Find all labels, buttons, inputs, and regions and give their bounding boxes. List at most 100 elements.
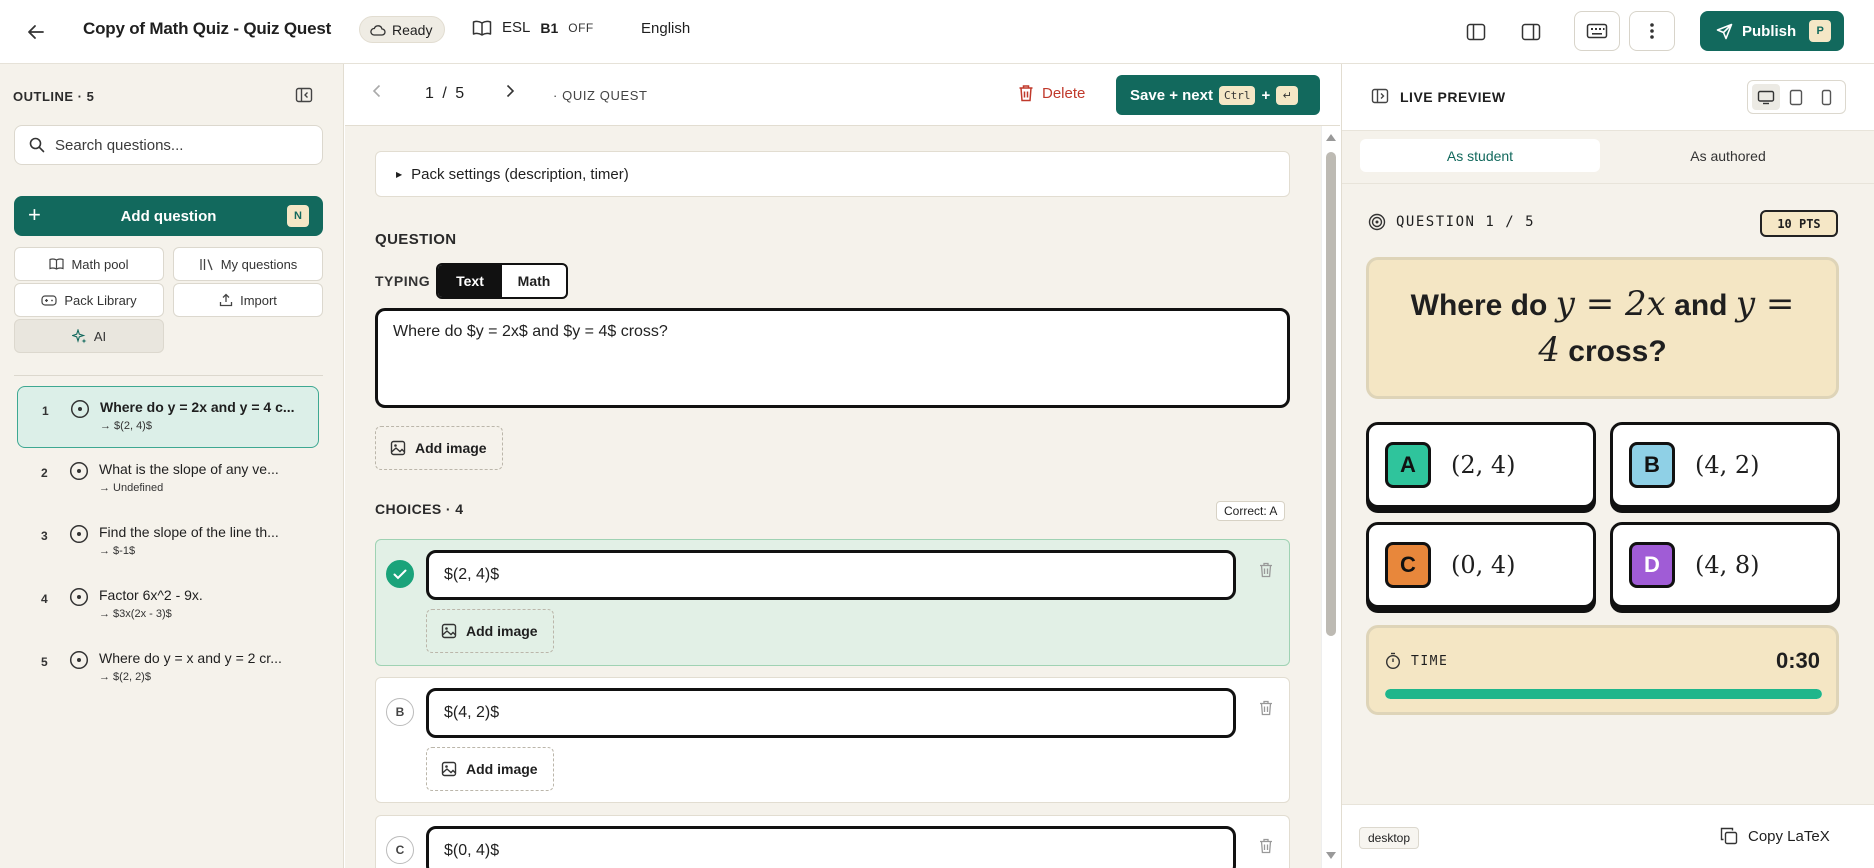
trash-icon [1260, 700, 1272, 716]
search-field[interactable] [14, 125, 323, 165]
desktop-device-button[interactable] [1752, 84, 1781, 110]
question-text-post: cross? [1559, 335, 1667, 368]
live-preview-title: LIVE PREVIEW [1400, 89, 1506, 105]
ctrl-key-badge: Ctrl [1218, 85, 1256, 105]
trash-icon [1260, 562, 1272, 578]
outline-item-5[interactable]: 5 Where do y = x and y = 2 cr... → $(2, … [17, 638, 319, 700]
target-icon [1368, 213, 1386, 231]
choice-letter-toggle[interactable]: C [386, 836, 414, 864]
outline-item-3[interactable]: 3 Find the slope of the line th... → $-1… [17, 512, 319, 574]
delete-choice-button[interactable] [1259, 838, 1273, 854]
timer-progress-fill [1385, 689, 1822, 699]
book-open-icon [49, 258, 65, 270]
collapse-sidebar-button[interactable] [295, 87, 313, 103]
library-icon [200, 258, 213, 270]
save-next-button[interactable]: Save + next Ctrl + ↵ [1116, 75, 1320, 115]
tab-as-authored[interactable]: As authored [1608, 139, 1848, 172]
previous-question-button[interactable] [372, 84, 382, 98]
typing-math-option[interactable]: Math [502, 265, 566, 297]
language-select[interactable]: English [641, 20, 690, 37]
copy-latex-button[interactable]: Copy LaTeX [1720, 827, 1830, 845]
typing-text-option[interactable]: Text [438, 265, 502, 297]
sidebar-right-icon [1521, 23, 1541, 41]
answer-card-c[interactable]: C (0, 4) [1366, 522, 1596, 608]
tablet-device-button[interactable] [1782, 84, 1810, 110]
esl-toggle[interactable]: ESL B1 OFF [472, 19, 594, 36]
outline-item-4[interactable]: 4 Factor 6x^2 - 9x. → $3x(2x - 3)$ [17, 575, 319, 637]
outline-question: Find the slope of the line th... [99, 524, 279, 540]
next-question-button[interactable] [505, 84, 515, 98]
add-image-label: Add image [415, 440, 487, 456]
outline-answer: → $3x(2x - 3)$ [99, 608, 172, 620]
keyboard-icon [1586, 23, 1608, 39]
trash-icon [1019, 85, 1033, 102]
ai-label: AI [93, 328, 107, 344]
outline-number: 5 [41, 655, 48, 669]
back-button[interactable] [22, 18, 50, 46]
add-image-label: Add image [466, 761, 538, 777]
delete-choice-button[interactable] [1259, 562, 1273, 578]
image-icon [441, 623, 457, 639]
answer-value: (4, 2) [1695, 451, 1760, 479]
ai-button[interactable]: AI [14, 319, 164, 353]
correct-choice-toggle[interactable] [386, 560, 414, 588]
keyboard-shortcuts-button[interactable] [1574, 11, 1620, 51]
answer-card-b[interactable]: B (4, 2) [1610, 422, 1840, 508]
more-options-button[interactable] [1629, 11, 1675, 51]
my-questions-button[interactable]: My questions [173, 247, 323, 281]
choice-input[interactable]: $(2, 4)$ [426, 550, 1236, 600]
answer-card-d[interactable]: D (4, 8) [1610, 522, 1840, 608]
correct-answer-badge: Correct: A [1216, 501, 1286, 521]
outline-question: What is the slope of any ve... [99, 461, 279, 477]
outline-item-1[interactable]: 1 Where do y = 2x and y = 4 c... → $(2, … [17, 386, 319, 448]
cloud-icon [370, 24, 386, 36]
question-text-input[interactable]: Where do $y = 2x$ and $y = 4$ cross? [375, 308, 1290, 408]
stopwatch-icon [1385, 652, 1401, 670]
search-input[interactable] [55, 136, 295, 154]
radio-question-icon [70, 399, 90, 419]
device-switcher [1747, 80, 1846, 114]
answer-card-a[interactable]: A (2, 4) [1366, 422, 1596, 508]
add-question-button[interactable]: + Add question N [14, 196, 323, 236]
choice-input[interactable]: $(4, 2)$ [426, 688, 1236, 738]
outline-answer: → Undefined [99, 482, 164, 494]
pack-library-button[interactable]: Pack Library [14, 283, 164, 317]
pack-settings-toggle[interactable]: ▶ Pack settings (description, timer) [375, 151, 1290, 197]
choice-input[interactable]: $(0, 4)$ [426, 826, 1236, 868]
math-pool-button[interactable]: Math pool [14, 247, 164, 281]
book-icon [472, 20, 492, 36]
editor-scrollbar[interactable] [1321, 126, 1340, 868]
pack-settings-label: Pack settings (description, timer) [411, 165, 629, 183]
outline-answer: → $(2, 2)$ [99, 671, 151, 683]
scrollbar-thumb[interactable] [1326, 152, 1336, 636]
disclosure-triangle-icon: ▶ [396, 169, 403, 179]
timer-value: 0:30 [1775, 648, 1820, 673]
add-choice-image-button[interactable]: Add image [426, 747, 554, 791]
question-section-title: QUESTION [375, 231, 457, 248]
toggle-left-panel-button[interactable] [1453, 12, 1499, 52]
timer-card: TIME 0:30 [1366, 625, 1839, 715]
add-choice-image-button[interactable]: Add image [426, 609, 554, 653]
choices-section-title: CHOICES · 4 [375, 501, 464, 517]
question-counter-text: QUESTION 1 / 5 [1396, 214, 1536, 230]
sparkles-icon [71, 328, 87, 343]
delete-button[interactable]: Delete [1018, 84, 1085, 102]
esl-state: OFF [568, 20, 594, 35]
add-question-image-button[interactable]: Add image [375, 426, 503, 470]
device-badge: desktop [1359, 827, 1420, 849]
panel-collapse-icon[interactable] [1371, 88, 1389, 104]
import-button[interactable]: Import [173, 283, 323, 317]
outline-item-2[interactable]: 2 What is the slope of any ve... → Undef… [17, 449, 319, 511]
publish-button[interactable]: Publish P [1700, 11, 1844, 51]
choice-letter-toggle[interactable]: B [386, 698, 414, 726]
typing-label: TYPING [375, 273, 431, 289]
toggle-right-panel-button[interactable] [1508, 12, 1554, 52]
publish-label: Publish [1742, 22, 1797, 40]
phone-device-button[interactable] [1813, 84, 1841, 110]
scroll-down-arrow[interactable] [1326, 852, 1336, 859]
tab-as-student[interactable]: As student [1360, 139, 1600, 172]
typing-mode-toggle[interactable]: Text Math [436, 263, 568, 299]
delete-choice-button[interactable] [1259, 700, 1273, 716]
scroll-up-arrow[interactable] [1326, 134, 1336, 141]
preview-question-text: Where do y = 2x and y = 4 cross? [1397, 282, 1808, 374]
